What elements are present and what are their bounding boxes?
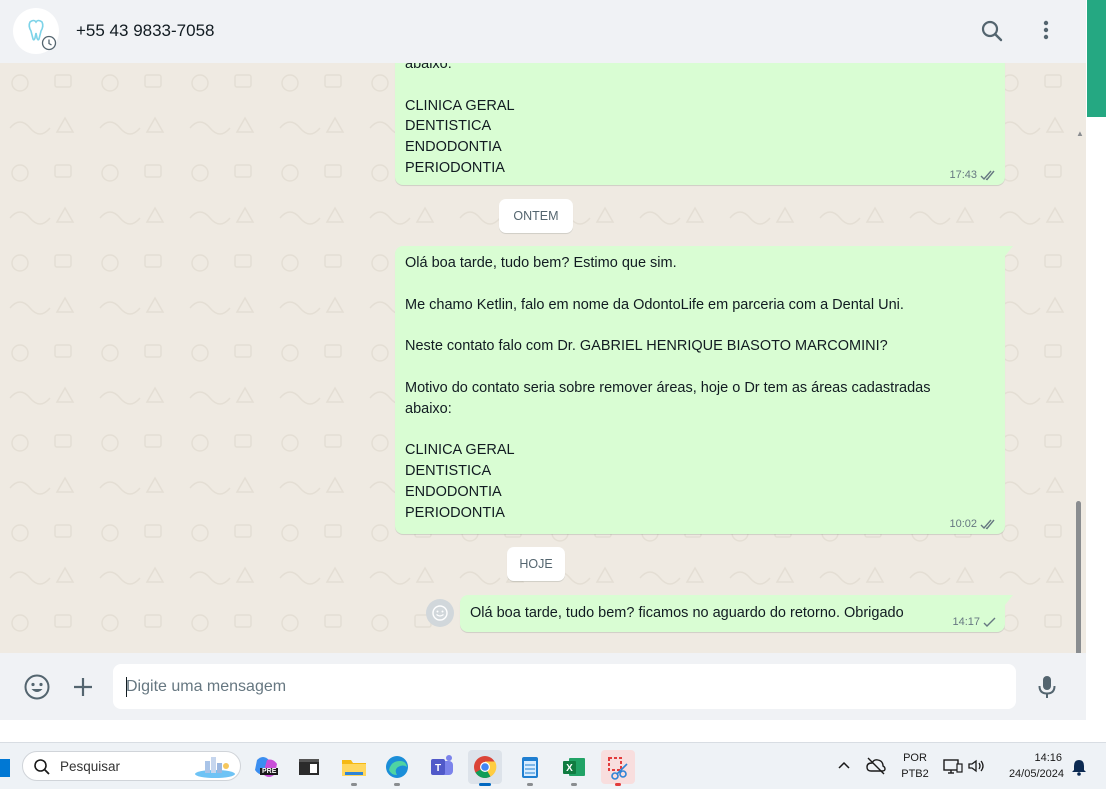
message-bubble-outgoing[interactable]: abaixo: CLINICA GERAL DENTISTICA ENDODON… [395, 63, 1005, 185]
taskbar-copilot-icon[interactable]: PRE [249, 750, 283, 784]
message-composer [0, 653, 1086, 720]
taskbar-edge-icon[interactable] [380, 750, 414, 786]
taskbar-running-indicator [351, 783, 357, 786]
chat-header: +55 43 9833-7058 [0, 0, 1086, 63]
plus-icon[interactable] [69, 673, 97, 701]
search-icon [34, 759, 50, 775]
contact-name[interactable]: +55 43 9833-7058 [76, 19, 215, 43]
taskbar-teams-icon[interactable]: T [425, 750, 459, 784]
svg-text:T: T [435, 763, 441, 774]
taskbar-running-indicator [571, 783, 577, 786]
taskbar-active-indicator [479, 783, 491, 786]
window-scrollbar-accent [1087, 0, 1106, 117]
network-monitor-icon[interactable] [943, 757, 963, 775]
taskbar-terminal-icon[interactable] [292, 750, 326, 784]
clock-time[interactable]: 14:16 [1000, 752, 1062, 764]
taskbar-excel-icon[interactable]: X [557, 750, 591, 786]
taskbar-running-indicator [394, 783, 400, 786]
svg-text:X: X [566, 763, 573, 774]
taskbar-notepad-icon[interactable] [513, 750, 547, 786]
double-check-icon [980, 519, 995, 529]
taskbar-chrome-icon[interactable] [468, 750, 502, 786]
message-text: Olá boa tarde, tudo bem? ficamos no agua… [470, 605, 904, 621]
single-check-icon [983, 617, 996, 627]
react-emoji-icon[interactable] [426, 599, 454, 627]
message-time: 17:43 [949, 169, 977, 181]
mic-icon[interactable] [1033, 673, 1061, 701]
date-divider-today: HOJE [507, 547, 565, 581]
taskbar-search-placeholder: Pesquisar [60, 759, 121, 774]
double-check-icon [980, 170, 995, 180]
windows-taskbar: Pesquisar PRE T X POR PTB2 14:16 24/05/2… [0, 742, 1106, 789]
language-indicator-top[interactable]: POR [900, 752, 930, 764]
clock-date[interactable]: 24/05/2024 [998, 768, 1064, 780]
scroll-up-arrow[interactable]: ▲ [1076, 129, 1084, 138]
menu-icon[interactable] [1033, 17, 1061, 45]
message-time: 10:02 [949, 518, 977, 530]
chat-panel[interactable]: abaixo: CLINICA GERAL DENTISTICA ENDODON… [0, 63, 1086, 653]
message-meta: 17:43 [949, 169, 997, 181]
message-time: 14:17 [952, 616, 980, 628]
date-divider-label: ONTEM [513, 209, 559, 223]
taskbar-running-indicator [615, 783, 621, 786]
date-divider-label: HOJE [519, 557, 553, 571]
notification-bell-icon[interactable] [1070, 758, 1088, 776]
message-meta: 14:17 [952, 616, 997, 628]
chat-scrollbar-thumb[interactable] [1076, 501, 1081, 653]
message-text: abaixo: CLINICA GERAL DENTISTICA ENDODON… [405, 63, 515, 176]
search-highlight-art-icon [195, 757, 235, 778]
emoji-icon[interactable] [23, 673, 51, 701]
taskbar-search-box[interactable]: Pesquisar [22, 751, 241, 781]
search-icon[interactable] [978, 17, 1006, 45]
cloud-offline-icon[interactable] [866, 757, 886, 775]
taskbar-running-indicator [527, 783, 533, 786]
bubble-tail [1005, 246, 1013, 256]
date-divider-yesterday: ONTEM [499, 199, 573, 233]
speaker-volume-icon[interactable] [967, 757, 985, 775]
message-bubble-outgoing[interactable]: Olá boa tarde, tudo bem? Estimo que sim.… [395, 246, 1005, 534]
message-text: Olá boa tarde, tudo bem? Estimo que sim.… [405, 255, 931, 521]
message-bubble-outgoing[interactable]: Olá boa tarde, tudo bem? ficamos no agua… [460, 595, 1005, 632]
windows-start-icon[interactable] [0, 759, 10, 777]
copilot-pre-badge: PRE [260, 768, 279, 775]
tooth-logo-icon [28, 19, 57, 51]
message-meta: 10:02 [949, 518, 997, 530]
taskbar-file-explorer-icon[interactable] [337, 750, 371, 786]
language-indicator-bottom[interactable]: PTB2 [900, 768, 930, 780]
taskbar-snipping-tool-icon[interactable] [601, 750, 635, 786]
contact-avatar[interactable] [13, 8, 59, 54]
message-input[interactable] [113, 664, 1016, 709]
bubble-tail [1005, 595, 1013, 605]
tray-chevron-up-icon[interactable] [837, 759, 851, 773]
text-caret [126, 677, 127, 697]
window-bottom-edge [0, 720, 1086, 742]
